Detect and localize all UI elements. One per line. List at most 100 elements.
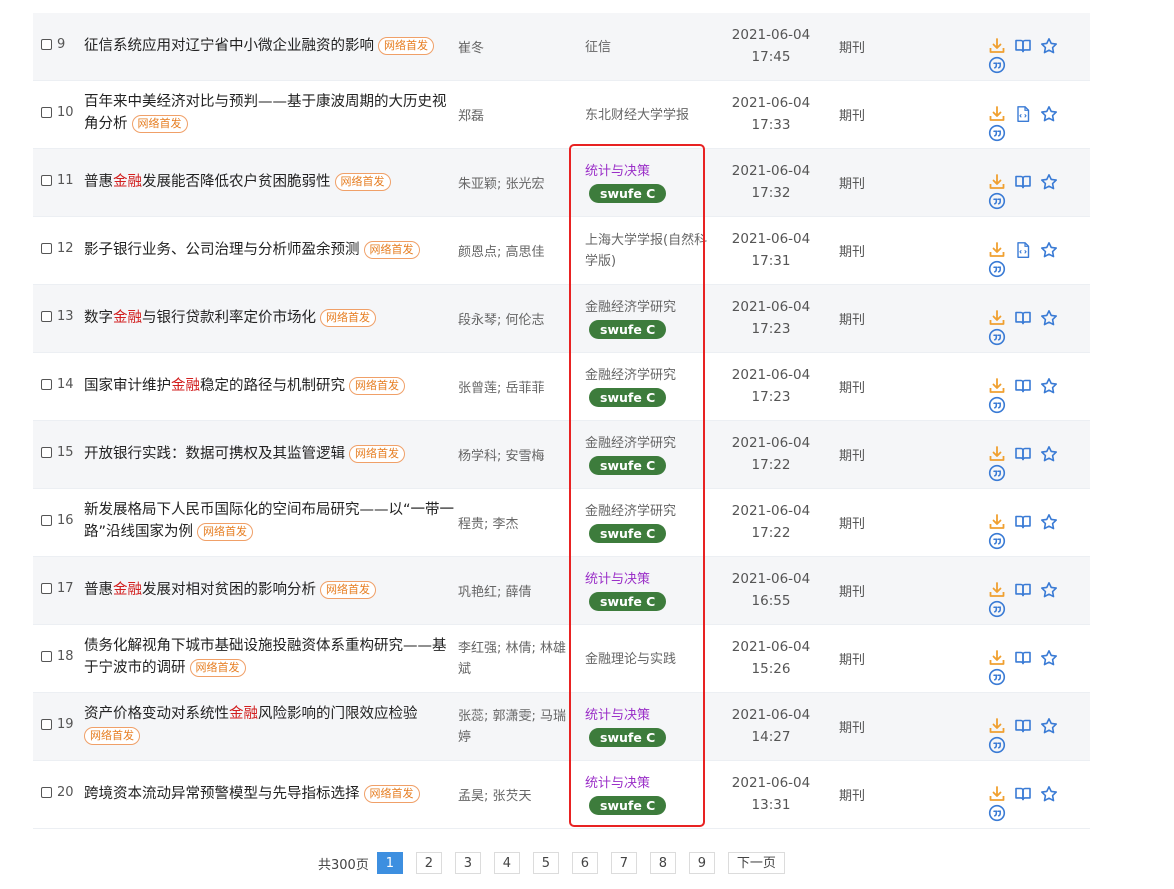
page-button-5[interactable]: 5 [532,852,559,874]
source-name[interactable]: 征信 [585,40,611,55]
star-icon[interactable] [1040,649,1058,667]
article-source[interactable]: 统计与决策 swufe C [585,569,715,613]
source-name[interactable]: 金融理论与实践 [585,652,676,667]
page-button-2[interactable]: 2 [415,852,442,874]
article-authors[interactable]: 李红强; 林倩; 林雄斌 [458,638,570,680]
quote-icon[interactable] [988,56,1006,74]
article-authors[interactable]: 段永琴; 何伦志 [458,309,570,328]
article-title[interactable]: 征信系统应用对辽宁省中小微企业融资的影响 网络首发 [84,35,454,57]
article-authors[interactable]: 张蕊; 郭潇雯; 马瑞婷 [458,706,570,748]
quote-icon[interactable] [988,804,1006,822]
page-button-8[interactable]: 8 [649,852,676,874]
article-authors[interactable]: 颜恩点; 高思佳 [458,241,570,260]
article-title[interactable]: 普惠金融发展对相对贫困的影响分析 网络首发 [84,579,454,601]
next-page-button[interactable]: 下一页 [727,852,785,874]
article-title[interactable]: 影子银行业务、公司治理与分析师盈余预测 网络首发 [84,239,454,261]
article-title[interactable]: 百年来中美经济对比与预判——基于康波周期的大历史视角分析 网络首发 [84,91,454,135]
row-checkbox[interactable] [41,39,52,50]
source-name[interactable]: 东北财经大学学报 [585,108,689,123]
download-icon[interactable] [988,173,1006,191]
download-icon[interactable] [988,581,1006,599]
source-name[interactable]: 金融经济学研究 [585,300,676,315]
book-icon[interactable] [1014,377,1032,395]
article-source[interactable]: 金融经济学研究 swufe C [585,365,715,409]
book-icon[interactable] [1014,445,1032,463]
article-title[interactable]: 开放银行实践：数据可携权及其监管逻辑 网络首发 [84,443,454,465]
star-icon[interactable] [1040,37,1058,55]
row-checkbox[interactable] [41,651,52,662]
article-title[interactable]: 债务化解视角下城市基础设施投融资体系重构研究——基于宁波市的调研 网络首发 [84,635,454,679]
quote-icon[interactable] [988,668,1006,686]
quote-icon[interactable] [988,192,1006,210]
article-source[interactable]: 金融经济学研究 swufe C [585,433,715,477]
row-checkbox[interactable] [41,583,52,594]
source-name[interactable]: 金融经济学研究 [585,504,676,519]
book-icon[interactable] [1014,309,1032,327]
html-reader-icon[interactable] [1014,241,1032,259]
quote-icon[interactable] [988,464,1006,482]
book-icon[interactable] [1014,173,1032,191]
source-name[interactable]: 金融经济学研究 [585,436,676,451]
book-icon[interactable] [1014,717,1032,735]
row-checkbox[interactable] [41,311,52,322]
book-icon[interactable] [1014,785,1032,803]
page-button-4[interactable]: 4 [493,852,520,874]
article-source[interactable]: 统计与决策 swufe C [585,773,715,817]
article-title[interactable]: 国家审计维护金融稳定的路径与机制研究 网络首发 [84,375,454,397]
quote-icon[interactable] [988,260,1006,278]
article-source[interactable]: 金融经济学研究 swufe C [585,501,715,545]
star-icon[interactable] [1040,513,1058,531]
book-icon[interactable] [1014,37,1032,55]
article-source[interactable]: 东北财经大学学报 [585,105,715,126]
article-authors[interactable]: 郑磊 [458,105,570,124]
page-button-1[interactable]: 1 [376,852,403,874]
download-icon[interactable] [988,241,1006,259]
source-name[interactable]: 上海大学学报(自然科学版) [585,233,707,269]
page-button-3[interactable]: 3 [454,852,481,874]
star-icon[interactable] [1040,785,1058,803]
quote-icon[interactable] [988,600,1006,618]
row-checkbox[interactable] [41,107,52,118]
download-icon[interactable] [988,37,1006,55]
source-name[interactable]: 金融经济学研究 [585,368,676,383]
download-icon[interactable] [988,445,1006,463]
star-icon[interactable] [1040,445,1058,463]
star-icon[interactable] [1040,717,1058,735]
book-icon[interactable] [1014,581,1032,599]
article-authors[interactable]: 程贵; 李杰 [458,513,570,532]
download-icon[interactable] [988,649,1006,667]
article-source[interactable]: 金融理论与实践 [585,649,715,670]
star-icon[interactable] [1040,309,1058,327]
star-icon[interactable] [1040,173,1058,191]
quote-icon[interactable] [988,328,1006,346]
article-authors[interactable]: 朱亚颖; 张光宏 [458,173,570,192]
download-icon[interactable] [988,785,1006,803]
download-icon[interactable] [988,105,1006,123]
download-icon[interactable] [988,513,1006,531]
star-icon[interactable] [1040,377,1058,395]
quote-icon[interactable] [988,124,1006,142]
row-checkbox[interactable] [41,515,52,526]
article-source[interactable]: 金融经济学研究 swufe C [585,297,715,341]
row-checkbox[interactable] [41,243,52,254]
star-icon[interactable] [1040,105,1058,123]
source-name[interactable]: 统计与决策 [585,708,650,723]
article-source[interactable]: 统计与决策 swufe C [585,161,715,205]
quote-icon[interactable] [988,396,1006,414]
article-title[interactable]: 跨境资本流动异常预警模型与先导指标选择 网络首发 [84,783,454,805]
download-icon[interactable] [988,377,1006,395]
source-name[interactable]: 统计与决策 [585,164,650,179]
row-checkbox[interactable] [41,719,52,730]
source-name[interactable]: 统计与决策 [585,572,650,587]
download-icon[interactable] [988,717,1006,735]
row-checkbox[interactable] [41,787,52,798]
page-button-7[interactable]: 7 [610,852,637,874]
html-reader-icon[interactable] [1014,105,1032,123]
row-checkbox[interactable] [41,175,52,186]
article-authors[interactable]: 崔冬 [458,37,570,56]
article-authors[interactable]: 杨学科; 安雪梅 [458,445,570,464]
article-source[interactable]: 上海大学学报(自然科学版) [585,230,715,272]
row-checkbox[interactable] [41,447,52,458]
article-source[interactable]: 统计与决策 swufe C [585,705,715,749]
source-name[interactable]: 统计与决策 [585,776,650,791]
